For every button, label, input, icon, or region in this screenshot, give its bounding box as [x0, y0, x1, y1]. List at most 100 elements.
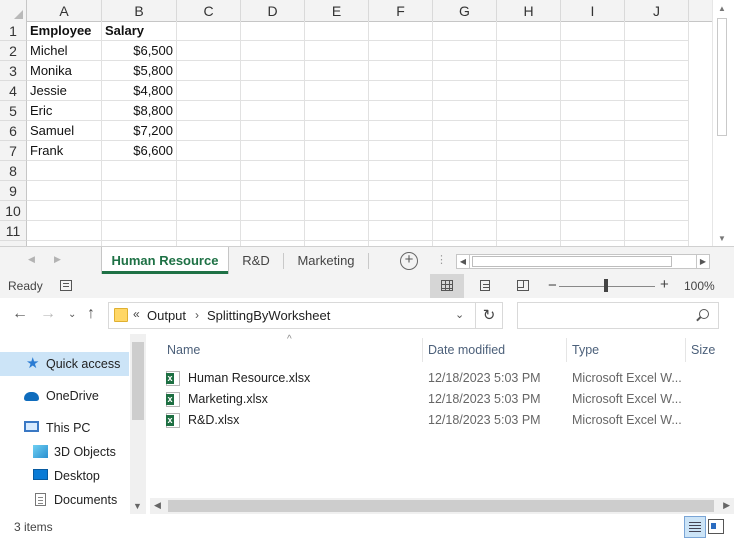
empty-cell[interactable] — [433, 161, 497, 181]
empty-cell[interactable] — [177, 181, 241, 201]
empty-cell[interactable] — [102, 201, 177, 221]
empty-cell[interactable] — [102, 161, 177, 181]
empty-cell[interactable] — [433, 221, 497, 241]
empty-cell[interactable] — [27, 201, 102, 221]
empty-cell[interactable] — [369, 141, 433, 161]
vertical-scrollbar[interactable]: ▲ ▼ — [712, 0, 730, 246]
empty-cell[interactable] — [177, 101, 241, 121]
empty-cell[interactable] — [369, 161, 433, 181]
next-sheet-icon[interactable]: ▶ — [54, 254, 61, 265]
empty-cell[interactable] — [561, 181, 625, 201]
file-row[interactable]: Human Resource.xlsx 12/18/2023 5:03 PM M… — [166, 368, 726, 389]
cell-b5[interactable]: $8,800 — [102, 101, 177, 121]
refresh-icon[interactable]: ↻ — [476, 302, 503, 329]
scroll-right-icon[interactable]: ▶ — [696, 255, 709, 268]
file-row[interactable]: R&D.xlsx 12/18/2023 5:03 PM Microsoft Ex… — [166, 410, 726, 431]
empty-cell[interactable] — [561, 201, 625, 221]
nav-this-pc[interactable]: This PC — [0, 416, 129, 440]
column-header-type[interactable]: Type — [572, 343, 599, 357]
empty-cell[interactable] — [177, 141, 241, 161]
empty-cell[interactable] — [177, 41, 241, 61]
scroll-down-icon[interactable]: ▼ — [133, 501, 142, 511]
empty-cell[interactable] — [305, 121, 369, 141]
empty-cell[interactable] — [497, 201, 561, 221]
cell-a3[interactable]: Monika — [27, 61, 102, 81]
file-list-horizontal-scrollbar[interactable]: ◀ ▶ — [150, 498, 734, 514]
add-sheet-icon[interactable]: + — [400, 252, 418, 270]
empty-cell[interactable] — [561, 41, 625, 61]
column-header-c[interactable]: C — [177, 0, 241, 22]
column-divider[interactable] — [422, 338, 423, 362]
empty-cell[interactable] — [497, 161, 561, 181]
empty-cell[interactable] — [305, 81, 369, 101]
empty-cell[interactable] — [305, 141, 369, 161]
empty-cell[interactable] — [305, 181, 369, 201]
empty-cell[interactable] — [625, 221, 689, 241]
empty-cell[interactable] — [305, 101, 369, 121]
file-row[interactable]: Marketing.xlsx 12/18/2023 5:03 PM Micros… — [166, 389, 726, 410]
empty-cell[interactable] — [433, 81, 497, 101]
details-view-icon[interactable] — [684, 516, 706, 538]
scroll-left-icon[interactable]: ◀ — [154, 500, 161, 511]
column-header-i[interactable]: I — [561, 0, 625, 22]
cell-b7[interactable]: $6,600 — [102, 141, 177, 161]
nav-desktop[interactable]: Desktop — [0, 464, 129, 488]
empty-cell[interactable] — [177, 81, 241, 101]
cell-a2[interactable]: Michel — [27, 41, 102, 61]
column-header-b[interactable]: B — [102, 0, 177, 22]
cell-b2[interactable]: $6,500 — [102, 41, 177, 61]
empty-cell[interactable] — [433, 121, 497, 141]
zoom-in-icon[interactable]: + — [660, 276, 669, 293]
row-header-8[interactable]: 8 — [0, 161, 27, 181]
empty-cell[interactable] — [497, 221, 561, 241]
cell-a6[interactable]: Samuel — [27, 121, 102, 141]
empty-cell[interactable] — [369, 181, 433, 201]
back-arrow-icon[interactable]: ← — [12, 305, 28, 323]
empty-cell[interactable] — [177, 61, 241, 81]
large-icons-view-icon[interactable] — [708, 519, 724, 534]
scroll-right-icon[interactable]: ▶ — [723, 500, 730, 511]
row-header-9[interactable]: 9 — [0, 181, 27, 201]
empty-cell[interactable] — [305, 41, 369, 61]
up-arrow-icon[interactable]: ↑ — [87, 305, 95, 323]
scroll-down-icon[interactable]: ▼ — [713, 232, 731, 246]
search-input[interactable] — [517, 302, 719, 329]
empty-cell[interactable] — [561, 21, 625, 41]
macro-record-icon[interactable] — [60, 280, 72, 291]
cell-a1[interactable]: Employee — [27, 21, 102, 41]
empty-cell[interactable] — [497, 181, 561, 201]
search-icon[interactable] — [699, 309, 709, 319]
empty-cell[interactable] — [433, 41, 497, 61]
vertical-scroll-thumb[interactable] — [717, 18, 727, 136]
empty-cell[interactable] — [625, 141, 689, 161]
empty-cell[interactable] — [305, 221, 369, 241]
row-header-6[interactable]: 6 — [0, 121, 27, 141]
tab-marketing[interactable]: Marketing — [285, 247, 367, 274]
column-header-size[interactable]: Size — [691, 343, 715, 357]
prev-sheet-icon[interactable]: ◀ — [28, 254, 35, 265]
row-header-7[interactable]: 7 — [0, 141, 27, 161]
column-header-f[interactable]: F — [369, 0, 433, 22]
nav-onedrive[interactable]: OneDrive — [0, 384, 129, 408]
address-dropdown-icon[interactable]: ⌄ — [455, 308, 464, 321]
empty-cell[interactable] — [433, 61, 497, 81]
normal-view-button[interactable] — [430, 274, 464, 298]
empty-cell[interactable] — [177, 21, 241, 41]
column-header-g[interactable]: G — [433, 0, 497, 22]
cell-b1[interactable]: Salary — [102, 21, 177, 41]
scroll-up-icon[interactable]: ▲ — [713, 2, 731, 16]
column-divider[interactable] — [685, 338, 686, 362]
empty-cell[interactable] — [561, 61, 625, 81]
horizontal-scroll-thumb[interactable] — [472, 256, 672, 267]
select-all-corner[interactable] — [0, 0, 27, 22]
empty-cell[interactable] — [561, 221, 625, 241]
empty-cell[interactable] — [241, 101, 305, 121]
column-header-j[interactable]: J — [625, 0, 689, 22]
empty-cell[interactable] — [369, 21, 433, 41]
empty-cell[interactable] — [625, 41, 689, 61]
file-list-scroll-thumb[interactable] — [168, 500, 714, 512]
empty-cell[interactable] — [433, 201, 497, 221]
empty-cell[interactable] — [561, 81, 625, 101]
empty-cell[interactable] — [497, 121, 561, 141]
empty-cell[interactable] — [369, 221, 433, 241]
